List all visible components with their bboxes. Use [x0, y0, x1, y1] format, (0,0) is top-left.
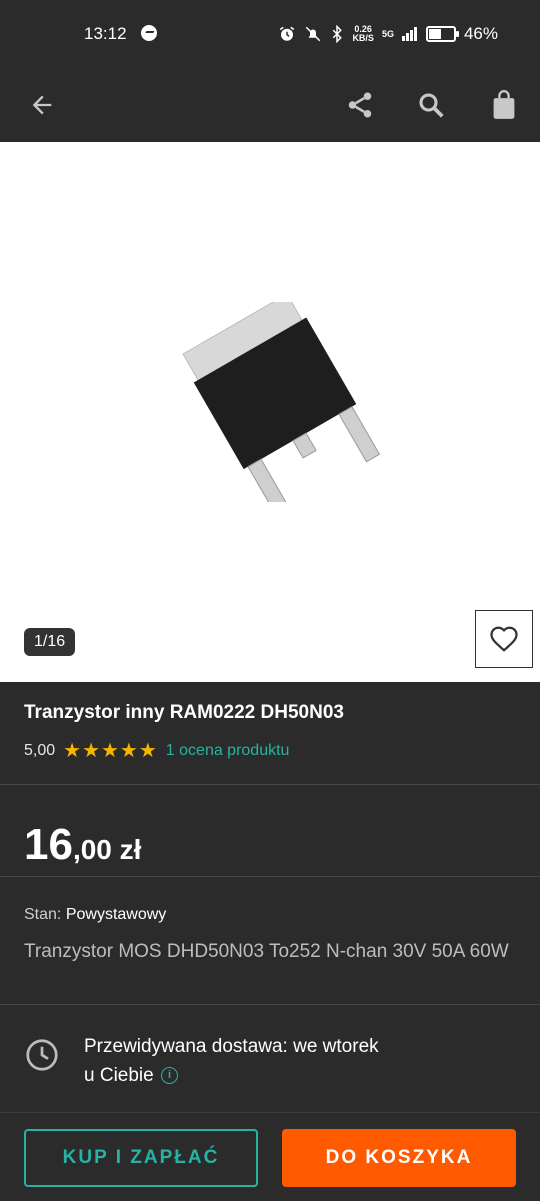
clock-icon	[26, 1039, 58, 1071]
buy-now-button[interactable]: KUP I ZAPŁAĆ	[24, 1129, 258, 1187]
image-counter: 1/16	[24, 628, 76, 656]
product-gallery[interactable]: 1/16	[0, 142, 540, 682]
battery-percent: 46%	[463, 24, 498, 43]
condition: Stan: Powystawowy	[24, 906, 166, 924]
product-title: Tranzystor inny RAM0222 DH50N03	[24, 702, 344, 723]
rating-count-link[interactable]: 1 ocena produktu	[166, 742, 290, 760]
bottom-action-bar: KUP I ZAPŁAĆ DO KOSZYKA	[0, 1112, 540, 1201]
search-icon[interactable]	[408, 82, 454, 128]
back-arrow-icon[interactable]	[19, 82, 65, 128]
status-bar: 13:12 0.26 KB/S 5G 46%	[0, 0, 540, 68]
rating-stars: ★★★★★	[63, 740, 158, 762]
rating-value: 5,00	[24, 741, 56, 759]
delivery-line2: u Ciebie	[84, 1065, 154, 1086]
price: 16,00 zł	[24, 820, 141, 870]
share-icon[interactable]	[337, 82, 383, 128]
network-type: 5G	[381, 28, 394, 39]
divider	[0, 876, 540, 877]
price-decimal: ,00 zł	[72, 834, 142, 865]
add-to-cart-button[interactable]: DO KOSZYKA	[282, 1129, 516, 1187]
delivery-text: Przewidywana dostawa: we wtorek u Ciebie…	[84, 1032, 504, 1090]
price-main: 16	[24, 820, 73, 869]
bluetooth-icon	[333, 25, 343, 43]
battery-fill	[428, 29, 441, 39]
mute-icon	[306, 26, 321, 42]
condition-label: Stan:	[24, 906, 62, 923]
heart-icon	[490, 626, 518, 652]
favorite-button[interactable]	[475, 610, 533, 668]
delivery-section[interactable]: Przewidywana dostawa: we wtorek u Ciebie…	[0, 1004, 540, 1110]
delivery-line1: Przewidywana dostawa: we wtorek	[84, 1036, 379, 1057]
status-icons: 0.26 KB/S 5G 46%	[278, 24, 498, 44]
info-icon[interactable]: i	[161, 1067, 178, 1085]
rating-row: 5,00 ★★★★★ 1 ocena produktu	[24, 738, 289, 763]
messenger-icon	[141, 25, 157, 41]
signal-icon	[401, 27, 417, 41]
app-bar	[0, 68, 540, 142]
cart-bag-icon[interactable]	[481, 82, 527, 128]
battery-icon	[425, 26, 459, 42]
product-image	[182, 302, 380, 502]
product-description: Tranzystor MOS DHD50N03 To252 N-chan 30V…	[24, 941, 509, 962]
net-speed: 0.26 KB/S	[352, 24, 374, 43]
status-time: 13:12	[84, 24, 127, 43]
divider	[0, 784, 540, 785]
condition-value: Powystawowy	[65, 906, 167, 923]
alarm-icon	[280, 26, 295, 41]
